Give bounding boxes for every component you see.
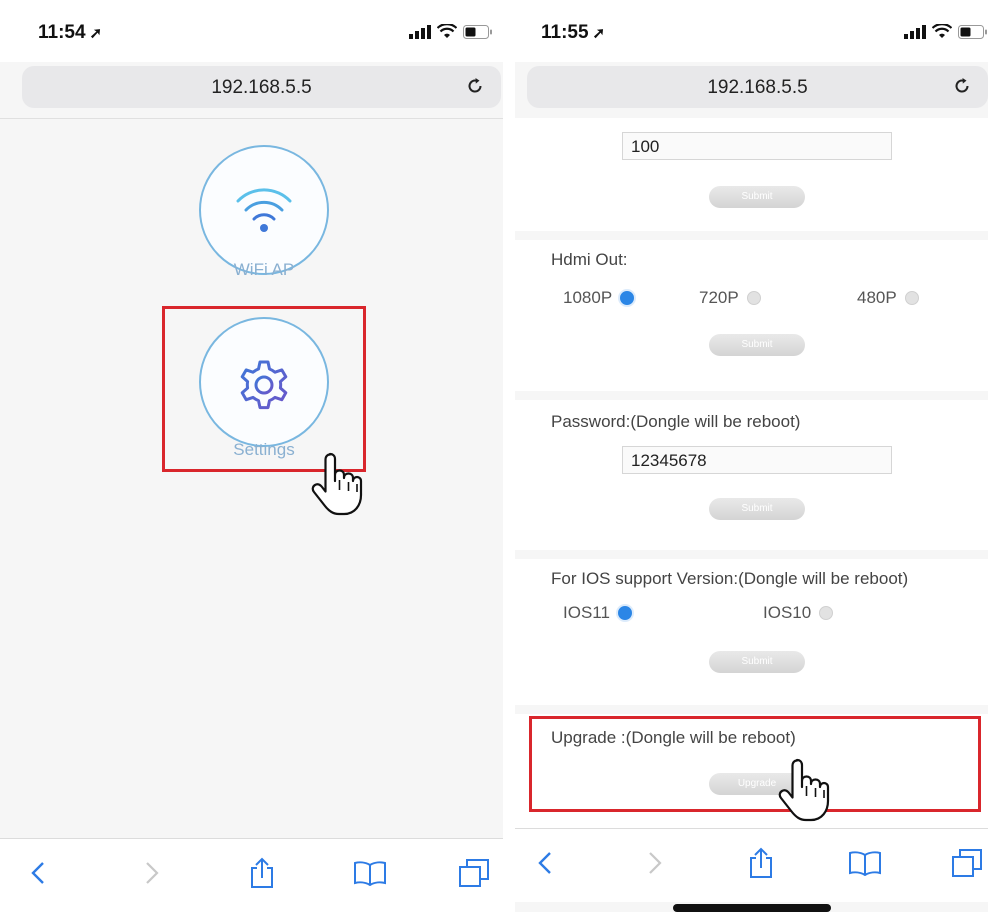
browser-toolbar — [0, 838, 503, 912]
wifi-ap-icon — [236, 188, 292, 232]
submit-button[interactable]: Submit — [709, 498, 805, 520]
bookmarks-button[interactable] — [847, 845, 883, 881]
signal-icon — [409, 24, 431, 39]
back-button[interactable] — [20, 855, 56, 891]
settings-page: 100 Submit Hdmi Out: 1080P 720P 480P Sub… — [515, 118, 988, 828]
value-section: 100 Submit — [515, 118, 988, 231]
location-arrow-icon: ➚ — [592, 25, 606, 42]
ios-option-label: IOS11 — [563, 603, 610, 622]
status-bar: 11:55 ➚ — [515, 0, 988, 62]
wifi-ap-button[interactable] — [199, 145, 329, 275]
upgrade-label: Upgrade :(Dongle will be reboot) — [551, 728, 796, 747]
status-time-text: 11:55 — [541, 22, 589, 43]
gear-icon — [240, 360, 288, 410]
url-text: 192.168.5.5 — [211, 77, 312, 98]
password-input[interactable]: 12345678 — [622, 446, 892, 474]
forward-button[interactable] — [134, 855, 170, 891]
browser-toolbar — [515, 828, 988, 902]
right-phone-screen: 11:55 ➚ 192.168.5.5 100 Submit Hdmi Out:… — [515, 0, 988, 912]
share-icon — [251, 857, 273, 888]
left-phone-screen: 11:54 ➚ 192.168.5.5 WiFi AP Settings — [0, 0, 503, 912]
tabs-button[interactable] — [456, 855, 492, 891]
password-label: Password:(Dongle will be reboot) — [551, 412, 801, 431]
value-input[interactable]: 100 — [622, 132, 892, 160]
tabs-button[interactable] — [949, 845, 985, 881]
location-arrow-icon: ➚ — [89, 25, 103, 42]
hdmi-option-720p[interactable]: 720P — [699, 288, 761, 308]
status-icons — [904, 24, 988, 39]
wifi-ap-label: WiFi AP — [233, 260, 295, 279]
forward-icon — [649, 852, 662, 874]
tabs-icon — [952, 849, 982, 877]
back-icon — [31, 862, 44, 884]
ios-version-section: For IOS support Version:(Dongle will be … — [515, 559, 988, 705]
bookmarks-icon — [354, 861, 386, 886]
hdmi-option-label: 480P — [857, 288, 897, 307]
submit-button[interactable]: Submit — [709, 334, 805, 356]
battery-icon — [463, 24, 492, 39]
radio-button[interactable] — [904, 291, 919, 305]
radio-button[interactable] — [746, 291, 761, 305]
reload-icon[interactable] — [465, 76, 485, 96]
battery-icon — [958, 24, 987, 39]
status-time-text: 11:54 — [38, 22, 86, 43]
hand-pointer-icon — [311, 452, 363, 516]
status-bar: 11:54 ➚ — [0, 0, 503, 62]
status-time: 11:54 ➚ — [38, 22, 102, 44]
status-icons — [409, 24, 493, 39]
hdmi-option-label: 720P — [699, 288, 739, 307]
radio-button-selected[interactable] — [617, 606, 632, 620]
submit-button[interactable]: Submit — [709, 651, 805, 673]
status-time: 11:55 ➚ — [541, 22, 605, 44]
wifi-icon — [932, 24, 952, 38]
home-indicator — [673, 904, 831, 912]
hdmi-option-1080p[interactable]: 1080P — [563, 288, 635, 308]
reload-icon[interactable] — [952, 76, 972, 96]
hdmi-option-label: 1080P — [563, 288, 613, 307]
radio-button-selected[interactable] — [620, 291, 635, 305]
submit-button[interactable]: Submit — [709, 186, 805, 208]
share-button[interactable] — [244, 855, 280, 891]
back-icon — [538, 852, 551, 874]
back-button[interactable] — [527, 845, 563, 881]
ios-version-label: For IOS support Version:(Dongle will be … — [551, 569, 909, 588]
upgrade-section: Upgrade :(Dongle will be reboot) Upgrade — [515, 714, 988, 828]
hdmi-section: Hdmi Out: 1080P 720P 480P Submit — [515, 240, 988, 391]
password-section: Password:(Dongle will be reboot) 1234567… — [515, 400, 988, 550]
tabs-icon — [459, 859, 489, 887]
signal-icon — [904, 24, 926, 39]
url-text: 192.168.5.5 — [707, 77, 808, 98]
ios-option-ios10[interactable]: IOS10 — [763, 603, 834, 623]
hdmi-option-480p[interactable]: 480P — [857, 288, 919, 308]
share-button[interactable] — [743, 845, 779, 881]
forward-button[interactable] — [637, 845, 673, 881]
ios-option-label: IOS10 — [763, 603, 812, 622]
radio-button[interactable] — [819, 606, 834, 620]
forward-icon — [146, 862, 159, 884]
ios-option-ios11[interactable]: IOS11 — [563, 603, 632, 623]
hdmi-label: Hdmi Out: — [551, 250, 628, 269]
bookmarks-button[interactable] — [352, 855, 388, 891]
settings-button[interactable] — [199, 317, 329, 447]
page-content: WiFi AP Settings — [0, 118, 503, 838]
address-bar[interactable]: 192.168.5.5 — [527, 66, 988, 108]
bookmarks-icon — [849, 851, 881, 876]
address-bar[interactable]: 192.168.5.5 — [22, 66, 501, 108]
share-icon — [750, 847, 772, 878]
screenshot-divider — [503, 0, 515, 912]
wifi-icon — [437, 24, 457, 38]
hand-pointer-icon — [778, 758, 830, 822]
